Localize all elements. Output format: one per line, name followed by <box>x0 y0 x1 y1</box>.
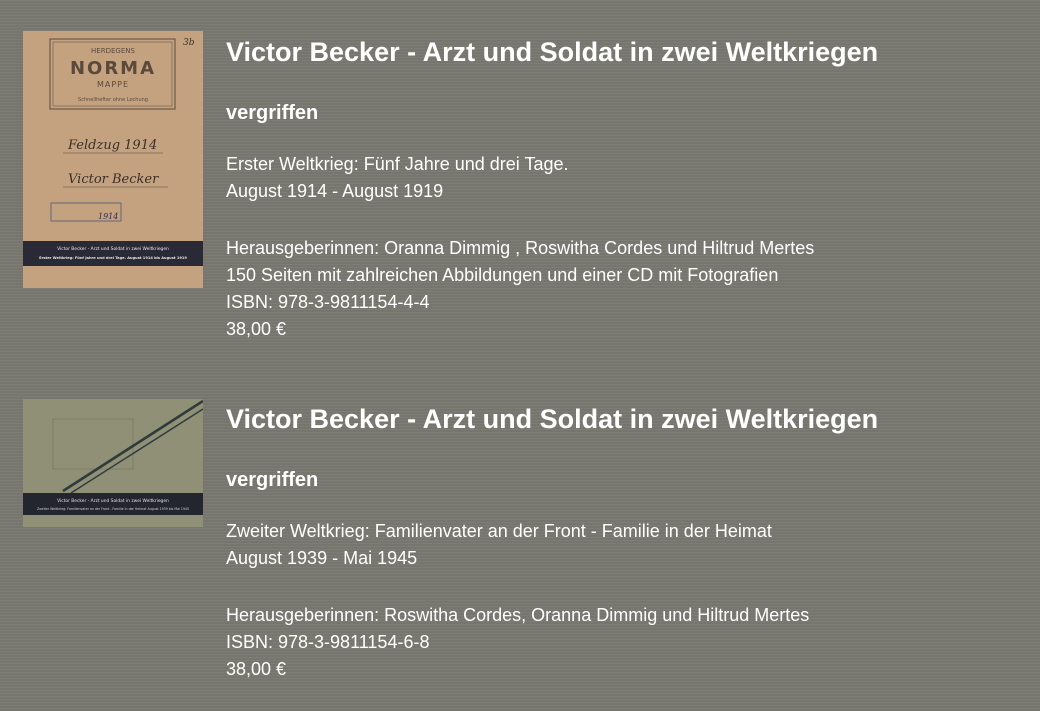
cover-band-line-1: Victor Becker - Arzt und Soldat in zwei … <box>57 498 169 504</box>
cover-stamp: 1914 <box>98 212 118 221</box>
book-subtitle: Zweiter Weltkrieg: Familienvater an der … <box>226 521 772 541</box>
book-title: Victor Becker - Arzt und Soldat in zwei … <box>226 404 879 434</box>
book-editors: Herausgeberinnen: Roswitha Cordes, Orann… <box>226 605 810 625</box>
book-period: August 1939 - Mai 1945 <box>226 548 418 568</box>
cover-band-line-2: Zweiter Weltkrieg: Familienvater an der … <box>37 507 189 511</box>
cover-brand: NORMA <box>70 58 156 79</box>
book-status: vergriffen <box>226 102 319 124</box>
book-isbn: ISBN: 978-3-9811154-4-4 <box>226 292 430 312</box>
cover-brand-sub: MAPPE <box>97 80 129 89</box>
cover-band-line-1: Victor Becker - Arzt und Soldat in zwei … <box>57 246 169 252</box>
cover-handwriting-2: Victor Becker <box>68 172 159 187</box>
book-price: 38,00 € <box>226 659 287 679</box>
cover-band-line-2: Erster Weltkrieg: Fünf Jahre und drei Ta… <box>39 256 187 260</box>
cover-note: Schnellhefter ohne Lochung <box>78 97 148 103</box>
cover-corner-mark: 3b <box>183 38 195 48</box>
book-status: vergriffen <box>226 469 319 491</box>
book-pages: 150 Seiten mit zahlreichen Abbildungen u… <box>226 265 779 285</box>
cover-handwriting-1: Feldzug 1914 <box>67 138 157 153</box>
cover-publisher-small: HERDEGENS <box>91 47 135 55</box>
book-cover-image[interactable]: Victor Becker - Arzt und Soldat in zwei … <box>23 399 203 527</box>
book-price: 38,00 € <box>226 319 287 339</box>
book-isbn: ISBN: 978-3-9811154-6-8 <box>226 632 430 652</box>
book-period: August 1914 - August 1919 <box>226 181 444 201</box>
book-subtitle: Erster Weltkrieg: Fünf Jahre und drei Ta… <box>226 154 569 174</box>
book-editors: Herausgeberinnen: Oranna Dimmig , Roswit… <box>226 238 815 258</box>
book-title: Victor Becker - Arzt und Soldat in zwei … <box>226 37 879 67</box>
book-cover-image[interactable]: HERDEGENS NORMA MAPPE Schnellhefter ohne… <box>23 31 203 288</box>
